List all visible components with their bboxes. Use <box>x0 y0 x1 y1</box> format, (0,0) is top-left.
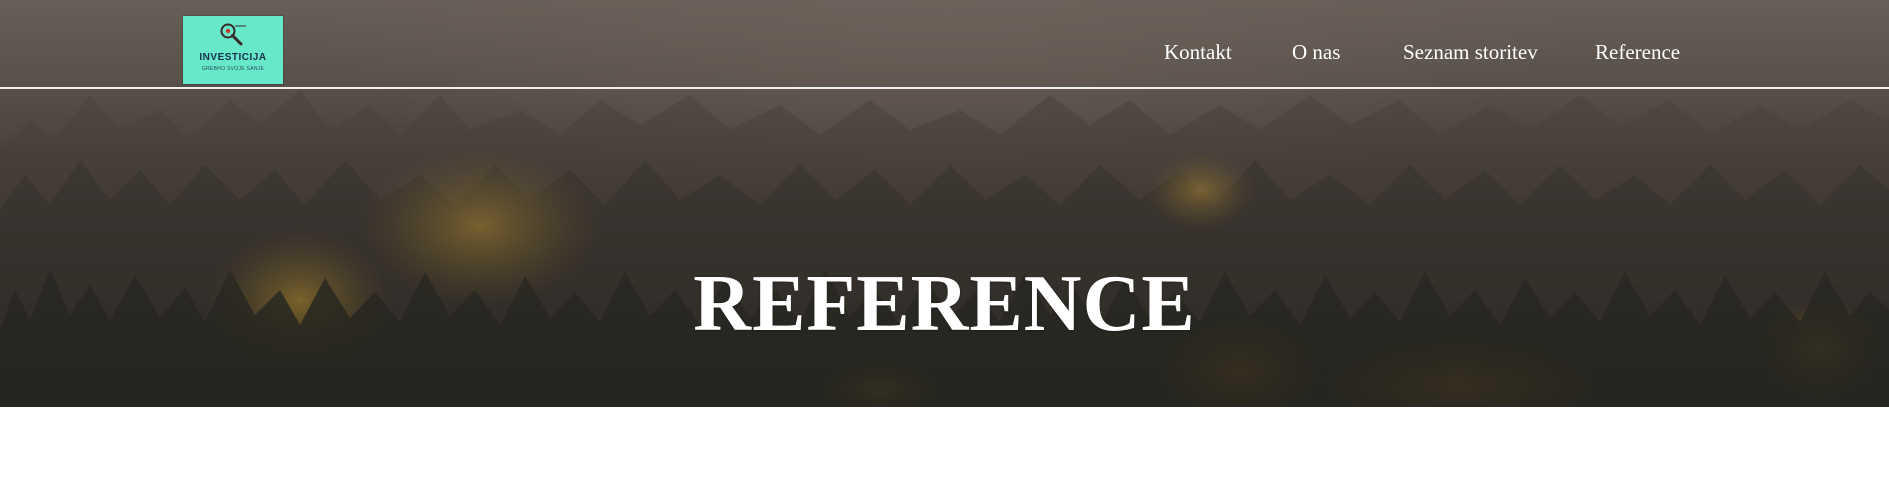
logo-tagline: GREBHO SVOJE SANJE <box>201 66 265 72</box>
nav-link-seznam-storitev[interactable]: Seznam storitev <box>1403 40 1538 64</box>
site-logo[interactable]: INVESTICIJA GREBHO SVOJE SANJE <box>183 16 283 84</box>
logo-name: INVESTICIJA <box>199 52 267 63</box>
magnifier-icon <box>220 23 246 46</box>
nav-link-kontakt[interactable]: Kontakt <box>1164 40 1232 64</box>
site-header: INVESTICIJA GREBHO SVOJE SANJE Kontakt O… <box>0 0 1889 89</box>
nav-link-reference[interactable]: Reference <box>1595 40 1680 64</box>
page-title: REFERENCE <box>693 259 1196 348</box>
nav-link-o-nas[interactable]: O nas <box>1292 40 1340 64</box>
hero-banner: INVESTICIJA GREBHO SVOJE SANJE Kontakt O… <box>0 0 1889 407</box>
content-area <box>0 407 1889 489</box>
